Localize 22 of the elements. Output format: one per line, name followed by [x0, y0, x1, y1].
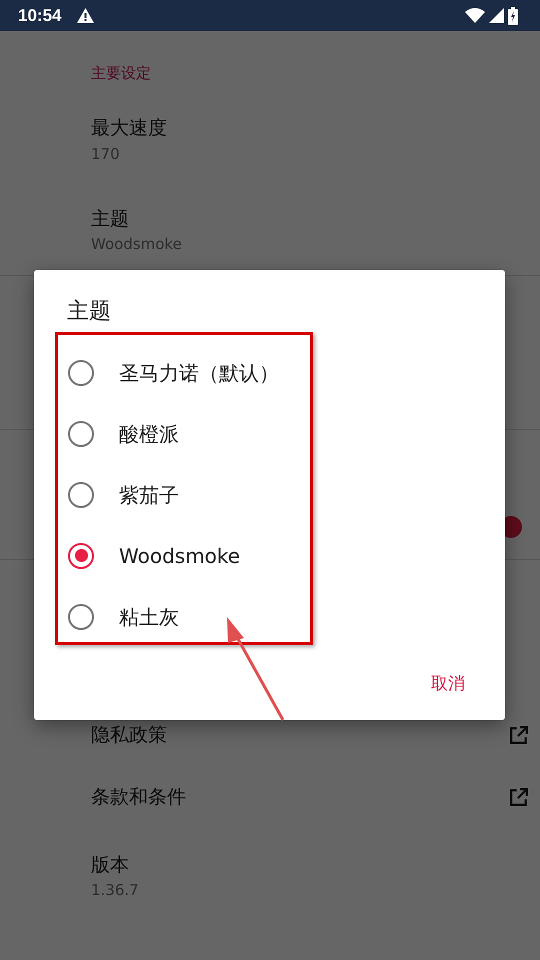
status-time: 10:54 [18, 4, 62, 27]
setting-title: 最大速度 [91, 116, 167, 141]
setting-title: 条款和条件 [91, 784, 186, 810]
radio-option[interactable]: Woodsmoke [34, 525, 505, 586]
signal-icon [489, 8, 504, 23]
setting-value: 170 [91, 144, 121, 164]
open-external-icon[interactable] [510, 788, 528, 806]
warning-icon [77, 8, 94, 23]
section-header: 主要设定 [91, 62, 151, 84]
setting-value: 1.36.7 [91, 880, 139, 901]
radio-option[interactable]: 酸橙派 [34, 403, 505, 464]
dialog-title: 主题 [67, 298, 111, 326]
open-external-icon[interactable] [510, 726, 528, 744]
setting-value: Woodsmoke [91, 234, 182, 255]
cancel-button[interactable]: 取消 [429, 668, 467, 702]
radio-option[interactable]: 圣马力诺（默认） [34, 342, 505, 403]
radio-option[interactable]: 紫茄子 [34, 464, 505, 525]
setting-title: 版本 [91, 852, 130, 878]
setting-title: 隐私政策 [91, 722, 167, 748]
setting-title: 主题 [91, 206, 130, 232]
wifi-icon [465, 8, 485, 23]
battery-icon [508, 6, 518, 24]
